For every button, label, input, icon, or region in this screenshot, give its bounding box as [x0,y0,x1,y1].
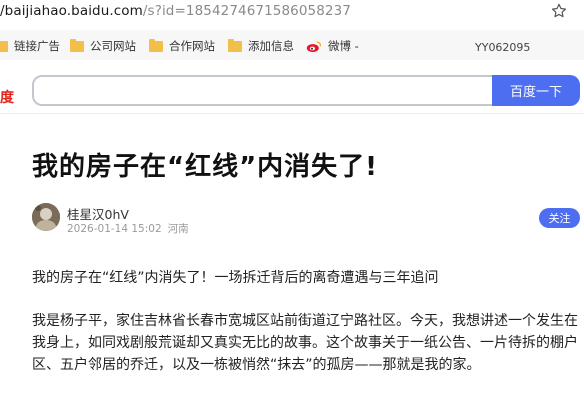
folder-icon [149,38,163,52]
avatar-image [32,203,60,231]
folder-icon [228,38,242,52]
baidu-logo[interactable]: 度 [0,87,14,107]
bookmark-star-icon[interactable] [550,2,568,20]
bookmark-label: 微博 - [328,39,359,53]
article-meta: 2026-01-14 15:02 河南 [67,221,189,236]
url-path: /s?id=1854274671586058237 [142,3,351,19]
publish-date: 2026-01-14 15:02 [67,223,162,235]
search-input[interactable] [32,75,502,106]
article-title: 我的房子在“红线”内消失了! [32,152,379,182]
bookmark-item-ads[interactable]: 链接广告 [0,38,60,54]
folder-icon [0,40,8,52]
folder-icon [70,38,84,52]
bookmark-label: 链接广告 [14,39,60,53]
publish-location: 河南 [167,223,189,235]
bookmark-item-company-site[interactable]: 公司网站 [70,38,136,54]
bookmark-label: 公司网站 [90,39,136,53]
url-host: /baijiahao.baidu.com [0,3,143,19]
bookmark-right-label[interactable]: YY062095 [475,41,530,54]
bookmark-item-add-info[interactable]: 添加信息 [228,38,294,54]
url-text[interactable]: /baijiahao.baidu.com/s?id=18542746715860… [0,3,351,19]
article-paragraph: 我是杨子平，家住吉林省长春市宽城区站前街道辽宁路社区。今天，我想讲述一个发生在我… [32,313,578,373]
bookmark-item-partner-site[interactable]: 合作网站 [149,38,215,54]
search-header: 度 百度一下 [0,60,584,114]
follow-button[interactable]: 关注 [539,208,580,228]
bookmark-label: 合作网站 [169,39,215,53]
search-button[interactable]: 百度一下 [492,75,580,106]
weibo-icon [306,40,322,52]
bookmark-item-weibo[interactable]: 微博 - [306,38,359,54]
bookmark-label: 添加信息 [248,39,294,53]
address-bar[interactable]: /baijiahao.baidu.com/s?id=18542746715860… [0,0,584,24]
article-lead: 我的房子在“红线”内消失了！一场拆迁背后的离奇遭遇与三年追问 [32,270,439,286]
avatar[interactable] [32,203,60,231]
